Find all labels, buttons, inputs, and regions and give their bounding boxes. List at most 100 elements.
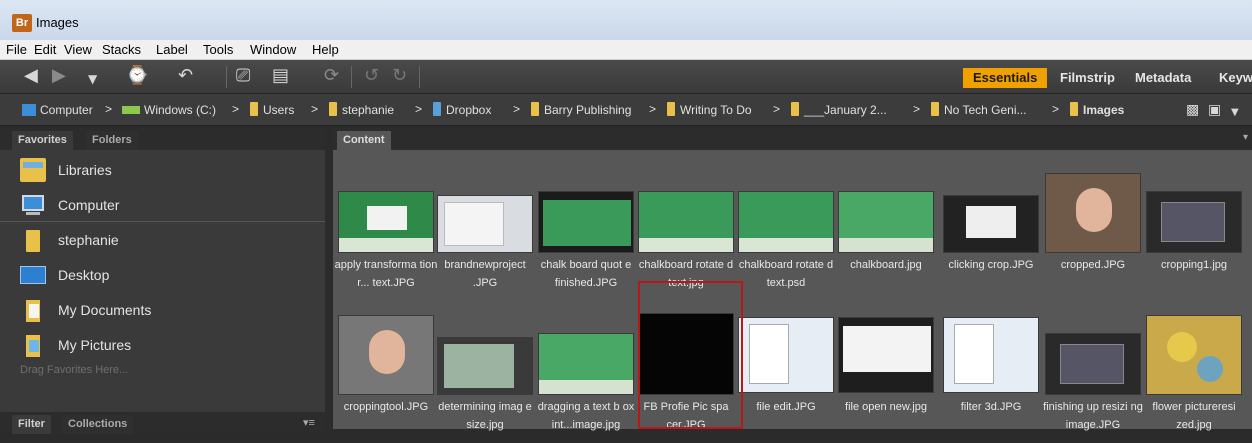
thumbnail[interactable]: cropped.JPG — [1045, 153, 1141, 301]
path-dropbox[interactable]: Dropbox — [433, 102, 491, 118]
thumbnail-image — [943, 317, 1039, 393]
thumbnail[interactable]: file open new.jpg — [838, 295, 934, 443]
thumbnail-filename: clicking crop.JPG — [948, 259, 1034, 271]
thumbnail[interactable]: finishing up resizi ng image.JPG — [1043, 295, 1143, 443]
tab-filter[interactable]: Filter — [12, 415, 51, 434]
rotate-left-icon[interactable]: ↺ — [364, 66, 379, 86]
forward-arrow-icon[interactable]: ▶ — [52, 66, 66, 86]
path-computer[interactable]: Computer — [22, 102, 93, 118]
thumbnail-filename: chalk board quot e finished.JPG — [540, 259, 632, 289]
favorites-panel: Favorites Folders Libraries Computer ste… — [0, 128, 325, 434]
user-folder-icon — [20, 228, 46, 252]
tab-folders[interactable]: Folders — [86, 131, 138, 150]
thumbnail-filename: cropped.JPG — [1060, 259, 1126, 271]
history-dropdown-icon[interactable]: ▼ — [88, 69, 97, 89]
thumbnail-image — [1045, 333, 1141, 395]
thumbnail-image — [943, 195, 1039, 253]
open-recent-icon[interactable]: ⟳ — [324, 66, 339, 86]
tab-collections[interactable]: Collections — [62, 415, 134, 434]
favorite-my-documents[interactable]: My Documents — [0, 292, 325, 327]
rotate-right-icon[interactable]: ↻ — [392, 66, 407, 86]
view-mode-icon[interactable]: ▣ — [1208, 100, 1221, 120]
thumbnail-image — [738, 191, 834, 253]
path-writing-to-do[interactable]: Writing To Do — [667, 102, 752, 118]
thumbnail[interactable]: chalkboard rotate d text.psd — [738, 153, 834, 301]
menu-edit[interactable]: Edit — [34, 42, 56, 57]
thumbnail-filename: brandnewproject .JPG — [444, 259, 526, 289]
thumbnail-filename: croppingtool.JPG — [343, 401, 429, 413]
menu-file[interactable]: File — [6, 42, 27, 57]
thumbnail[interactable]: brandnewproject .JPG — [437, 153, 533, 301]
pictures-icon — [20, 333, 46, 357]
thumbnail-image — [538, 191, 634, 253]
back-arrow-icon[interactable]: ◀ — [24, 66, 38, 86]
workspace-metadata[interactable]: Metadata — [1135, 68, 1191, 88]
content-panel: Content ▾ apply transforma tion r... tex… — [333, 128, 1252, 431]
thumbnail[interactable]: croppingtool.JPG — [338, 295, 434, 443]
path-stephanie[interactable]: stephanie — [329, 102, 394, 118]
thumbnail[interactable]: chalkboard.jpg — [838, 153, 934, 301]
thumbnail-filename: file open new.jpg — [845, 401, 927, 413]
thumbnail[interactable]: cropping1.jpg — [1146, 153, 1242, 301]
selected-thumbnail-frame — [638, 281, 743, 429]
menu-view[interactable]: View — [64, 42, 92, 57]
workspace-essentials[interactable]: Essentials — [963, 68, 1048, 88]
refine-icon[interactable]: ▤ — [272, 66, 289, 86]
thumbnail-image — [838, 317, 934, 393]
menu-window[interactable]: Window — [250, 42, 296, 57]
libraries-icon — [20, 158, 46, 182]
thumbnail-image — [437, 195, 533, 253]
path-images[interactable]: Images — [1070, 102, 1124, 118]
favorite-my-pictures[interactable]: My Pictures — [0, 327, 325, 362]
thumbnail[interactable]: apply transforma tion r... text.JPG — [335, 153, 437, 301]
thumbnail-image — [338, 191, 434, 253]
tab-content[interactable]: Content — [337, 131, 391, 150]
path-users[interactable]: Users — [250, 102, 294, 118]
bridge-app-icon: Br — [12, 14, 32, 32]
workspace-filmstrip[interactable]: Filmstrip — [1060, 68, 1115, 88]
panel-splitter[interactable] — [325, 128, 333, 429]
favorite-desktop[interactable]: Desktop — [0, 257, 325, 292]
thumbnail-image — [1045, 173, 1141, 253]
workspace-keywords[interactable]: Keyw — [1219, 68, 1252, 88]
thumbnail-filename: filter 3d.JPG — [960, 401, 1022, 413]
favorites-drop-hint: Drag Favorites Here... — [20, 364, 129, 376]
return-icon[interactable]: ↶ — [178, 66, 193, 86]
menu-help[interactable]: Help — [312, 42, 339, 57]
thumbnail[interactable]: flower pictureresi zed.jpg — [1146, 295, 1242, 443]
thumbnail[interactable]: dragging a text b ox int...image.jpg — [538, 295, 634, 443]
favorite-stephanie[interactable]: stephanie — [0, 222, 325, 257]
menu-bar: File Edit View Stacks Label Tools Window… — [0, 40, 1252, 60]
thumbnail[interactable]: clicking crop.JPG — [943, 153, 1039, 301]
thumbnail-image — [838, 191, 934, 253]
favorite-libraries[interactable]: Libraries — [0, 152, 325, 187]
thumbnail-image — [338, 315, 434, 395]
menu-tools[interactable]: Tools — [203, 42, 233, 57]
menu-stacks[interactable]: Stacks — [102, 42, 141, 57]
path-windows-c[interactable]: Windows (C:) — [122, 102, 216, 118]
menu-label[interactable]: Label — [156, 42, 188, 57]
thumbnail-filename: cropping1.jpg — [1160, 259, 1228, 271]
thumbnail-filename: chalkboard rotate d text.psd — [738, 259, 834, 289]
thumbnail-image — [638, 191, 734, 253]
computer-icon — [20, 193, 46, 217]
path-january[interactable]: ___January 2... — [791, 102, 887, 118]
panel-menu-icon[interactable]: ▾≡ — [303, 416, 315, 429]
camera-icon[interactable]: ⎚ — [236, 66, 250, 86]
path-no-tech-genius[interactable]: No Tech Geni... — [931, 102, 1027, 118]
thumbnail[interactable]: determining imag e size.jpg — [437, 295, 533, 443]
path-barry-publishing[interactable]: Barry Publishing — [531, 102, 631, 118]
tab-favorites[interactable]: Favorites — [12, 131, 73, 150]
desktop-icon — [20, 263, 46, 287]
thumbnail-image — [1146, 191, 1242, 253]
content-panel-menu-icon[interactable]: ▾ — [1243, 132, 1248, 143]
thumbnail[interactable]: filter 3d.JPG — [943, 295, 1039, 443]
thumbnail-quality-icon[interactable]: ▩ — [1186, 100, 1199, 120]
thumbnail[interactable]: chalkboard rotate d text.jpg — [638, 153, 734, 301]
favorite-computer[interactable]: Computer — [0, 187, 325, 222]
view-dropdown-icon[interactable]: ▼ — [1231, 103, 1239, 123]
go-parent-icon[interactable]: ⌚ — [126, 66, 148, 86]
thumbnail[interactable]: file edit.JPG — [738, 295, 834, 443]
thumbnail[interactable]: chalk board quot e finished.JPG — [538, 153, 634, 301]
thumbnail-image — [738, 317, 834, 393]
